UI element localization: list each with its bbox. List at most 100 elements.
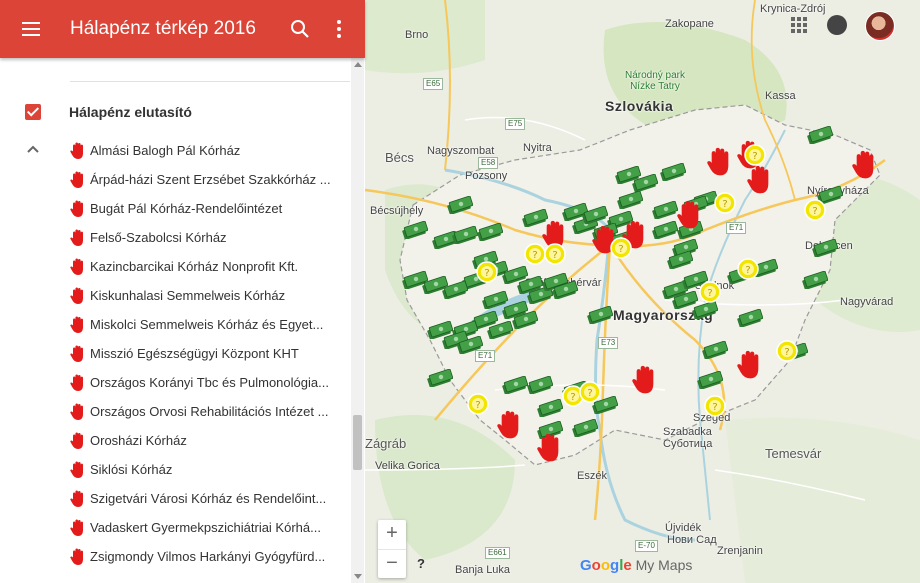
place-label: Нови Сад <box>667 534 717 546</box>
layer-list-item-label: Árpád-házi Szent Erzsébet Szakkórház ... <box>90 172 331 187</box>
layer-list-item[interactable]: Kiskunhalasi Semmelweis Kórház <box>70 281 340 310</box>
money-marker-icon[interactable] <box>502 376 528 394</box>
layer-list-item-label: Almási Balogh Pál Kórház <box>90 143 241 158</box>
layer-list-item[interactable]: Misszió Egészségügyi Központ KHT <box>70 339 340 368</box>
svg-text:?: ? <box>618 244 623 255</box>
place-label: Kassa <box>765 90 796 102</box>
question-marker-icon[interactable]: ? <box>737 258 759 280</box>
question-marker-icon[interactable]: ? <box>476 261 498 283</box>
red-hand-marker-icon[interactable] <box>705 147 735 177</box>
money-marker-icon[interactable] <box>702 341 728 359</box>
layer-list-item[interactable]: Miskolci Semmelweis Kórház és Egyet... <box>70 310 340 339</box>
question-marker-icon[interactable]: ? <box>776 340 798 362</box>
hamburger-menu-icon[interactable] <box>22 17 46 41</box>
search-icon[interactable] <box>287 16 313 42</box>
layer-list-item[interactable]: Siklósi Kórház <box>70 455 340 484</box>
money-marker-icon[interactable] <box>487 321 513 339</box>
red-hand-icon <box>70 490 86 508</box>
question-marker-icon[interactable]: ? <box>579 381 601 403</box>
layer-list-item[interactable]: Bugát Pál Kórház-Rendelőintézet <box>70 194 340 223</box>
layer-list-item[interactable]: Árpád-házi Szent Erzsébet Szakkórház ... <box>70 165 340 194</box>
chevron-up-icon[interactable] <box>26 142 40 156</box>
layer-list-item-label: Miskolci Semmelweis Kórház és Egyet... <box>90 317 324 332</box>
scroll-up-arrow-icon[interactable] <box>354 62 362 67</box>
question-marker-icon[interactable]: ? <box>704 395 726 417</box>
place-label: Bécsújhely <box>370 205 424 217</box>
scroll-down-arrow-icon[interactable] <box>354 574 362 579</box>
red-hand-marker-icon[interactable] <box>850 150 880 180</box>
money-marker-icon[interactable] <box>667 251 693 269</box>
avatar[interactable] <box>865 11 895 41</box>
red-hand-icon <box>70 258 86 276</box>
layer-list-item[interactable]: Felső-Szabolcsi Kórház <box>70 223 340 252</box>
money-marker-icon[interactable] <box>527 376 553 394</box>
red-hand-marker-icon[interactable] <box>675 200 705 230</box>
place-label: Zágráb <box>365 436 407 451</box>
layer-list-item-label: Vadaskert Gyermekpszichiátriai Kórhá... <box>90 520 321 535</box>
zoom-in-button[interactable]: + <box>378 520 406 550</box>
red-hand-marker-icon[interactable] <box>495 410 525 440</box>
notifications-icon[interactable] <box>827 15 847 35</box>
money-marker-icon[interactable] <box>552 281 578 299</box>
question-marker-icon[interactable]: ? <box>610 237 632 259</box>
money-marker-icon[interactable] <box>477 223 503 241</box>
money-marker-icon[interactable] <box>452 226 478 244</box>
red-hand-icon <box>70 142 86 160</box>
layer-list-item[interactable]: Kazincbarcikai Kórház Nonprofit Kft. <box>70 252 340 281</box>
question-marker-icon[interactable]: ? <box>467 393 489 415</box>
layer-list-item[interactable]: Zsigmondy Vilmos Harkányi Gyógyfürd... <box>70 542 340 571</box>
layer-visibility-checkbox[interactable] <box>25 104 41 120</box>
red-hand-marker-icon[interactable] <box>535 433 565 463</box>
layer-list-item[interactable]: Almási Balogh Pál Kórház <box>70 136 340 165</box>
apps-grid-icon[interactable] <box>791 17 807 33</box>
layer-list-item[interactable]: Orosházi Kórház <box>70 426 340 455</box>
red-hand-marker-icon[interactable] <box>745 165 775 195</box>
money-marker-icon[interactable] <box>572 419 598 437</box>
question-marker-icon[interactable]: ? <box>699 281 721 303</box>
money-marker-icon[interactable] <box>617 191 643 209</box>
scrollbar[interactable] <box>351 58 364 583</box>
svg-text:?: ? <box>784 347 789 358</box>
money-marker-icon[interactable] <box>632 174 658 192</box>
layer-list-item[interactable]: Szigetvári Városi Kórház és Rendelőint..… <box>70 484 340 513</box>
money-marker-icon[interactable] <box>402 221 428 239</box>
money-marker-icon[interactable] <box>697 371 723 389</box>
money-marker-icon[interactable] <box>660 163 686 181</box>
question-marker-icon[interactable]: ? <box>544 243 566 265</box>
red-hand-marker-icon[interactable] <box>735 350 765 380</box>
question-marker-icon[interactable]: ? <box>714 192 736 214</box>
money-marker-icon[interactable] <box>812 239 838 257</box>
zoom-out-button[interactable]: − <box>378 550 406 579</box>
place-label: Eszék <box>577 470 607 482</box>
question-marker-icon[interactable]: ? <box>804 199 826 221</box>
red-hand-icon <box>70 403 86 421</box>
money-marker-icon[interactable] <box>692 301 718 319</box>
more-vert-icon[interactable] <box>329 16 349 42</box>
money-marker-icon[interactable] <box>427 369 453 387</box>
money-marker-icon[interactable] <box>422 276 448 294</box>
money-marker-icon[interactable] <box>587 306 613 324</box>
place-label: Zakopane <box>665 18 714 30</box>
map-canvas[interactable]: Brno Zakopane Krynica-Zdrój Národný park… <box>365 0 920 583</box>
layer-list-item-label: Zsigmondy Vilmos Harkányi Gyógyfürd... <box>90 549 326 564</box>
money-marker-icon[interactable] <box>737 309 763 327</box>
money-marker-icon[interactable] <box>457 336 483 354</box>
money-marker-icon[interactable] <box>582 206 608 224</box>
question-marker-icon[interactable]: ? <box>744 144 766 166</box>
scrollbar-thumb[interactable] <box>353 415 362 470</box>
money-marker-icon[interactable] <box>807 126 833 144</box>
money-marker-icon[interactable] <box>447 196 473 214</box>
question-marker-icon[interactable]: ? <box>524 243 546 265</box>
help-button[interactable]: ? <box>417 556 425 571</box>
red-hand-marker-icon[interactable] <box>630 365 660 395</box>
road-shield: E-70 <box>635 540 658 552</box>
money-marker-icon[interactable] <box>537 399 563 417</box>
road-shield: E75 <box>505 118 526 130</box>
layer-list-item[interactable]: Országos Korányi Tbc és Pulmonológia... <box>70 368 340 397</box>
layer-list-item[interactable]: Vadaskert Gyermekpszichiátriai Kórhá... <box>70 513 340 542</box>
money-marker-icon[interactable] <box>512 311 538 329</box>
money-marker-icon[interactable] <box>802 271 828 289</box>
place-label: Brno <box>405 29 429 41</box>
layer-list-item[interactable]: Országos Orvosi Rehabilitációs Intézet .… <box>70 397 340 426</box>
google-my-maps-logo: Google My Maps <box>580 557 693 574</box>
